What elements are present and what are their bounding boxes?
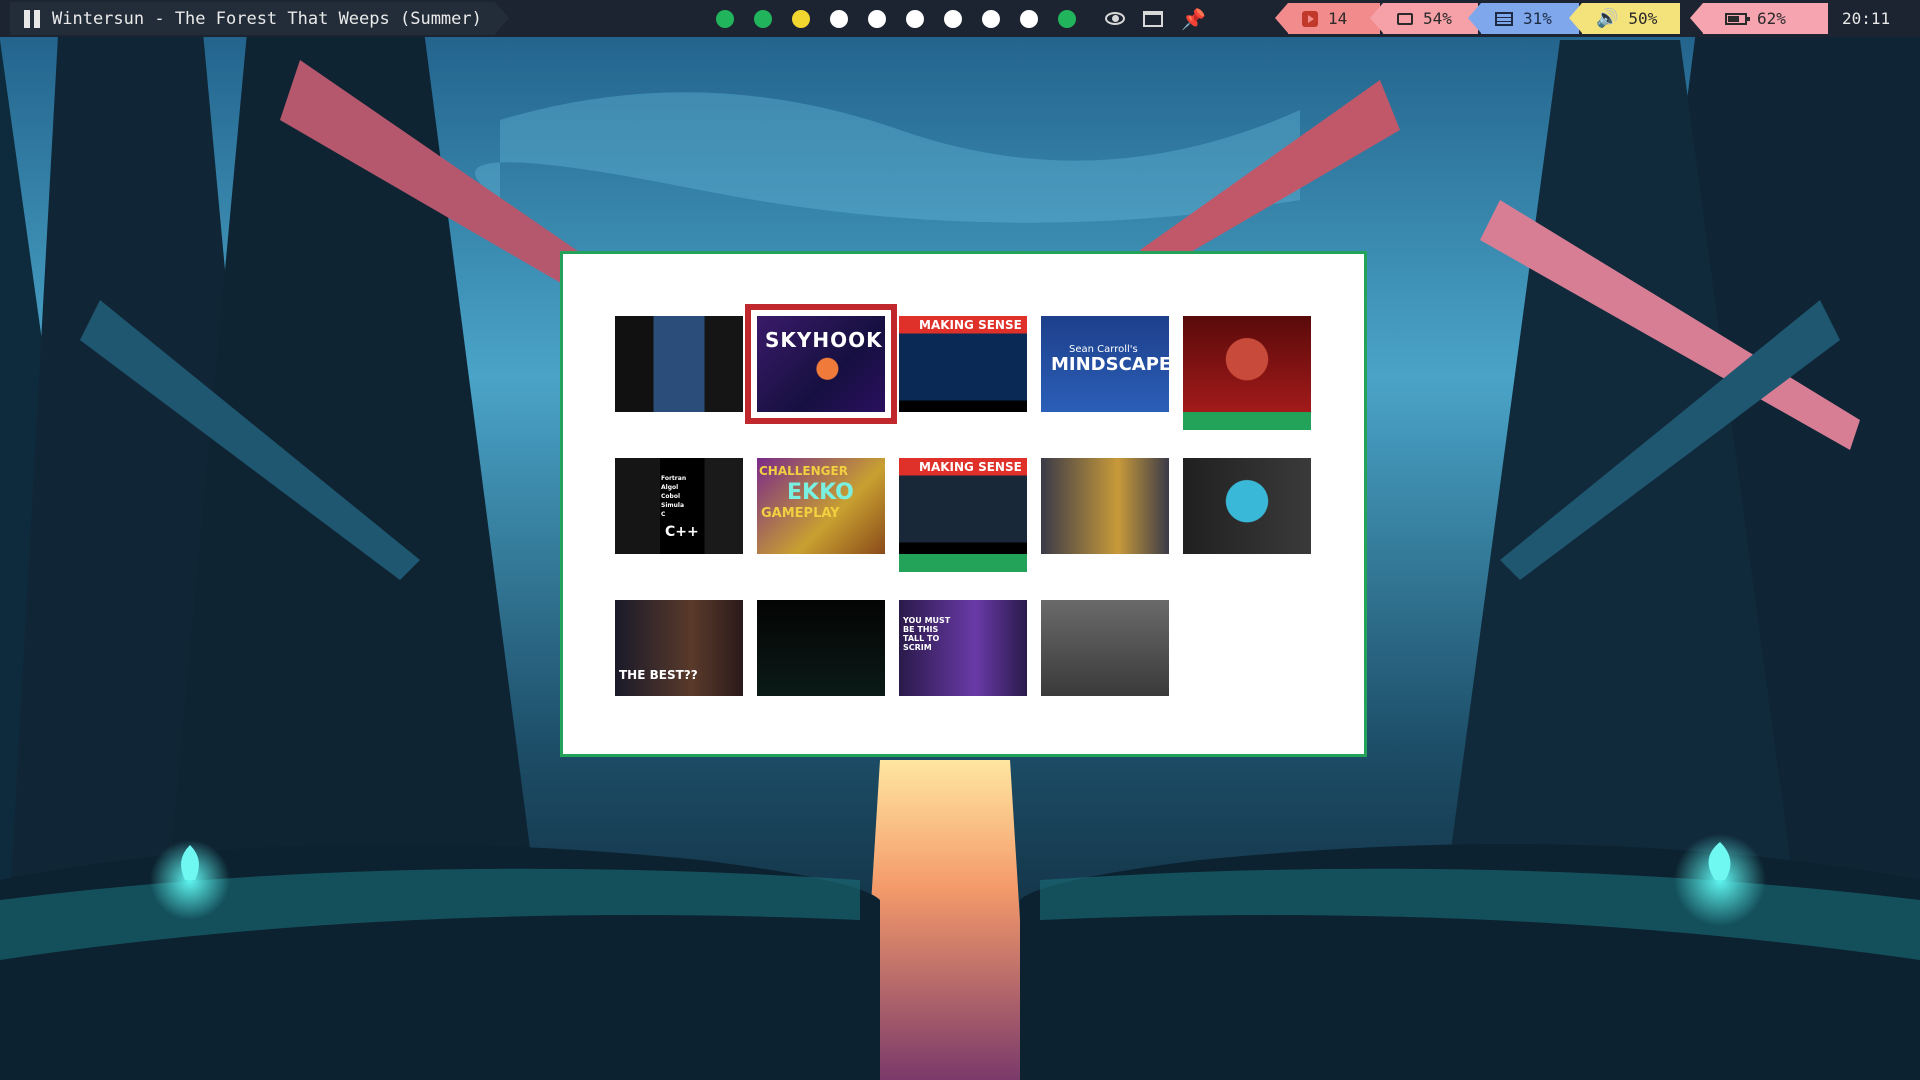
- volume-icon: 🔊: [1596, 7, 1619, 29]
- thumbnail-caption: THE BEST??: [619, 668, 698, 682]
- workspace-dot-8[interactable]: [982, 9, 1000, 28]
- watched-bar: [1183, 412, 1311, 430]
- thumbnail-caption: MAKING SENSE: [919, 460, 1022, 474]
- eye-icon[interactable]: [1105, 12, 1125, 25]
- workspace-dot-6[interactable]: [906, 9, 924, 28]
- workspace-indicators: [716, 0, 1096, 37]
- battery-icon: [1725, 12, 1750, 25]
- thumbnail-image: MAKING SENSE: [899, 458, 1027, 554]
- thumbnail-image: YOU MUST BE THIS TALL TO SCRIM: [899, 600, 1027, 696]
- segment-separator: [495, 2, 509, 34]
- volume-level: 50%: [1628, 9, 1658, 28]
- thumb-making-sense-1[interactable]: MAKING SENSE: [899, 316, 1027, 412]
- watched-bar: [899, 554, 1027, 572]
- clock: 20:11: [1842, 9, 1891, 28]
- thumbnail-image: [1041, 458, 1169, 554]
- thumbnail-caption: MINDSCAPE: [1051, 354, 1169, 375]
- now-playing-segment[interactable]: Wintersun - The Forest That Weeps (Summe…: [10, 2, 495, 35]
- youtube-count: 14: [1328, 9, 1348, 28]
- pin-icon[interactable]: 📌: [1181, 9, 1206, 29]
- workspace-dot-4[interactable]: [830, 9, 848, 28]
- thumb-programming-languages[interactable]: C++ Fortran Algol Cobol Simula C: [615, 458, 743, 554]
- disk-segment[interactable]: 54%: [1370, 3, 1478, 34]
- tray-icons: 📌: [1105, 0, 1224, 37]
- clock-segment[interactable]: 20:11: [1830, 3, 1920, 34]
- thumbnail-caption: YOU MUST BE THIS TALL TO SCRIM: [903, 616, 951, 652]
- thumbnail-image: [615, 316, 743, 412]
- thumbnail-subcaption: Fortran Algol Cobol Simula C: [661, 475, 687, 518]
- thumbnail-image: THE BEST??: [615, 600, 743, 696]
- workspace-dot-1[interactable]: [716, 9, 734, 28]
- thumb-compass[interactable]: [1183, 458, 1311, 554]
- thumbnail-image: [1183, 458, 1311, 554]
- thumb-scrim[interactable]: YOU MUST BE THIS TALL TO SCRIM: [899, 600, 1027, 696]
- top-status-bar: Wintersun - The Forest That Weeps (Summe…: [0, 0, 1920, 37]
- youtube-count-segment[interactable]: 14: [1275, 3, 1380, 34]
- thumb-podcast-brain[interactable]: [615, 316, 743, 412]
- now-playing-title: Wintersun - The Forest That Weeps (Summe…: [52, 8, 482, 29]
- workspace-dot-3[interactable]: [792, 9, 810, 28]
- thumbnail-image: [1041, 600, 1169, 696]
- thumb-snake[interactable]: [1041, 600, 1169, 696]
- thumb-skyhook[interactable]: SKYHOOK: [745, 304, 897, 424]
- video-thumbnail-picker: SKYHOOK MAKING SENSE MINDSCAPE Sean Carroll…: [560, 251, 1367, 757]
- thumbnail-image: MAKING SENSE: [899, 316, 1027, 412]
- window-icon[interactable]: [1143, 10, 1163, 27]
- youtube-icon: [1302, 10, 1318, 27]
- battery-level: 62%: [1757, 9, 1786, 28]
- workspace-dot-2[interactable]: [754, 9, 772, 28]
- thumb-ekko-gameplay[interactable]: EKKO CHALLENGER GAMEPLAY: [757, 458, 885, 554]
- thumb-mindscape[interactable]: MINDSCAPE Sean Carroll's: [1041, 316, 1169, 412]
- disk-icon: [1397, 12, 1413, 25]
- thumbnail-extra-caption: GAMEPLAY: [761, 506, 840, 521]
- thumbnail-image: [757, 600, 885, 696]
- thumb-superhero[interactable]: [1183, 316, 1311, 430]
- disk-usage: 54%: [1423, 9, 1452, 28]
- memory-icon: [1495, 11, 1513, 26]
- memory-segment[interactable]: 31%: [1468, 3, 1579, 34]
- thumbnail-subcaption: Sean Carroll's: [1069, 344, 1138, 355]
- thumbnail-subcaption: CHALLENGER: [759, 464, 848, 478]
- workspace-dot-10[interactable]: [1058, 9, 1076, 28]
- thumbnail-image: SKYHOOK: [757, 316, 885, 412]
- thumbnail-image: EKKO CHALLENGER GAMEPLAY: [757, 458, 885, 554]
- pause-icon[interactable]: [24, 9, 42, 28]
- memory-usage: 31%: [1523, 9, 1552, 28]
- workspace-dot-9[interactable]: [1020, 9, 1038, 28]
- workspace-dot-5[interactable]: [868, 9, 886, 28]
- battery-segment[interactable]: 62%: [1690, 3, 1828, 34]
- workspace-dot-7[interactable]: [944, 9, 962, 28]
- thumbnail-caption: C++: [665, 524, 699, 540]
- thumbnail-caption: MAKING SENSE: [919, 318, 1022, 332]
- thumb-making-sense-2[interactable]: MAKING SENSE: [899, 458, 1027, 572]
- thumb-art[interactable]: [1041, 458, 1169, 554]
- thumbnail-caption: SKYHOOK: [765, 328, 883, 352]
- thumb-waveform[interactable]: [757, 600, 885, 696]
- volume-segment[interactable]: 🔊 50%: [1569, 3, 1680, 34]
- thumbnail-image: C++ Fortran Algol Cobol Simula C: [615, 458, 743, 554]
- thumbnail-image: [1183, 316, 1311, 412]
- thumbnail-image: MINDSCAPE Sean Carroll's: [1041, 316, 1169, 412]
- thumbnail-caption: EKKO: [787, 480, 854, 505]
- thumb-the-best[interactable]: THE BEST??: [615, 600, 743, 696]
